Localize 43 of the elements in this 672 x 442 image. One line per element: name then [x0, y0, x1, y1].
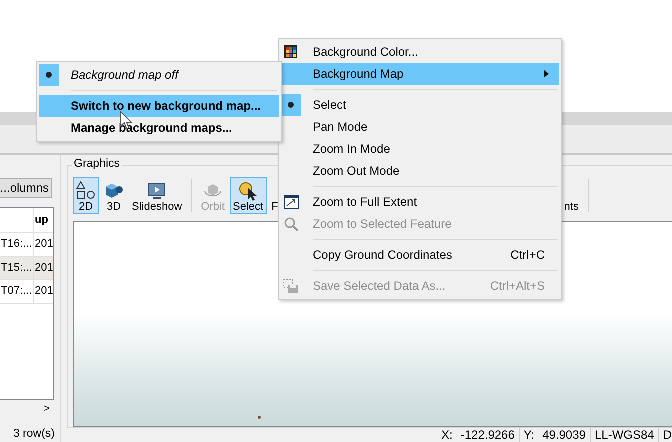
- table-cell-text: 201: [34, 284, 53, 300]
- columns-button[interactable]: olumns...: [0, 178, 52, 198]
- point-marker: [258, 416, 261, 419]
- status-text: D: [662, 428, 672, 442]
- color-grid-icon: [284, 45, 298, 59]
- menu-item[interactable]: Copy Ground Coordinates Ctrl+C: [281, 244, 559, 266]
- x-coordinate: -122.9266: [456, 428, 520, 442]
- menu-item[interactable]: Background Color...: [281, 41, 559, 63]
- magnifier-icon: [284, 216, 298, 232]
- coordinate-system: LL-WGS84: [590, 428, 660, 442]
- group-title: Graphics: [72, 158, 122, 170]
- toolbar-button[interactable]: Select: [230, 177, 267, 214]
- shapes-icon: [76, 181, 96, 201]
- menu-item[interactable]: Background map off: [39, 64, 279, 86]
- toolbar-button[interactable]: Slideshow: [129, 177, 186, 214]
- menu-item[interactable]: Zoom to Full Extent: [281, 191, 559, 213]
- row-count: 3 row(s): [13, 428, 55, 440]
- table-cell: T16:...: [0, 233, 34, 256]
- menu-item[interactable]: Pan Mode: [281, 116, 559, 138]
- table-cell: T15:...: [0, 256, 34, 279]
- menu-item[interactable]: Manage background maps...: [39, 117, 279, 139]
- x-label: X:: [440, 428, 454, 442]
- menu-item[interactable]: Zoom Out Mode: [281, 160, 559, 182]
- table-cell: T07:...: [0, 280, 34, 302]
- toolbar-button[interactable]: F: [268, 177, 282, 214]
- toolbar-button[interactable]: 3D: [101, 177, 127, 214]
- toolbar-button[interactable]: nts: [561, 177, 582, 214]
- slideshow-icon: [147, 181, 168, 201]
- column-header[interactable]: up: [34, 208, 53, 232]
- table-cell-text: 201: [34, 260, 53, 276]
- toolbar-button[interactable]: 2D: [73, 177, 99, 214]
- menu-item[interactable]: Background Map: [281, 63, 559, 85]
- y-coordinate: 49.9039: [538, 428, 591, 442]
- scroll-right-arrow[interactable]: >: [44, 403, 54, 415]
- select-cursor-icon: [238, 181, 258, 201]
- menu-item[interactable]: Zoom In Mode: [281, 138, 559, 160]
- table-cell-text: 201: [34, 237, 53, 252]
- full-extent-icon: [284, 195, 298, 209]
- cube-icon: [104, 181, 124, 201]
- y-label: Y:: [522, 428, 536, 442]
- menu-item[interactable]: Switch to new background map...: [39, 95, 279, 117]
- menu-item[interactable]: Select: [281, 94, 559, 116]
- save-icon: [283, 278, 299, 294]
